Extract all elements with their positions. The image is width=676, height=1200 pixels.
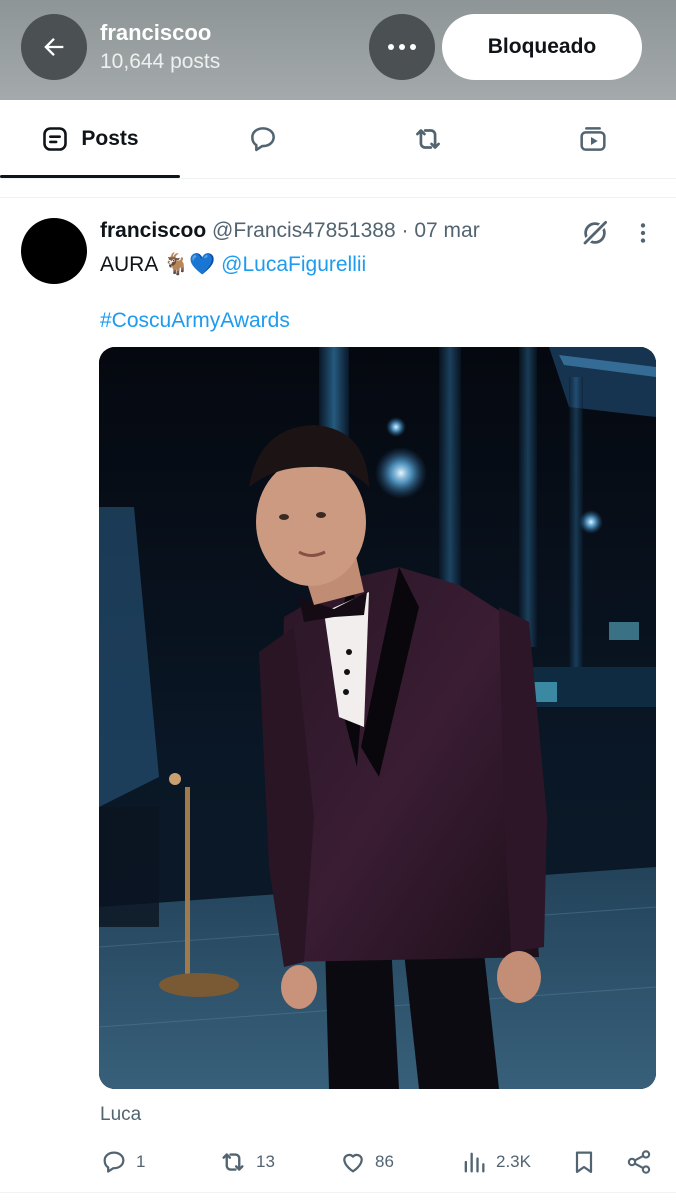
more-dot-icon [388,44,394,50]
post-caption: Luca [100,1104,142,1125]
bookmark-icon [575,1151,593,1174]
profile-name: franciscoo [100,20,212,45]
more-vertical-icon[interactable] [630,218,656,248]
media-icon [580,127,606,151]
views-icon [464,1152,485,1173]
post-text: AURA 🐐💙 @LucaFigurellii [100,253,366,277]
heart-icon [343,1153,363,1173]
posts-icon [43,127,68,151]
repost-count: 13 [256,1152,275,1171]
replies-icon [251,127,275,152]
share-button[interactable] [625,1140,653,1184]
reply-icon [103,1151,125,1173]
hashtag-link[interactable]: #CoscuArmyAwards [100,309,290,333]
photo-man-in-tuxedo [99,347,656,1089]
views-button[interactable]: 2.3K [460,1140,531,1184]
active-tab-indicator [0,175,180,178]
reposts-icon [416,129,440,149]
grok-icon[interactable] [580,218,610,248]
post-actions: 1 13 86 2.3K [0,1140,676,1184]
tab-replies[interactable] [225,100,301,178]
divider [0,1192,676,1193]
emoji-goat-blue-heart: 🐐💙 [163,253,216,277]
reply-count: 1 [136,1152,146,1171]
back-button[interactable] [21,14,87,80]
profile-header: franciscoo 10,644 posts Bloqueado [0,0,676,100]
like-count: 86 [375,1152,394,1171]
more-options-button[interactable] [369,14,435,80]
post-date[interactable]: · 07 mar [402,219,480,242]
post-text-start: AURA [100,253,164,276]
tab-reposts[interactable] [390,100,466,178]
tab-posts[interactable]: Posts [0,100,180,178]
tab-media[interactable] [555,100,631,178]
post-count: 10,644 posts [100,50,221,73]
profile-tabs: Posts [0,100,676,179]
arrow-left-icon [44,38,64,56]
bookmark-button[interactable] [570,1140,598,1184]
divider [0,179,676,198]
author-handle[interactable]: @Francis47851388 [212,219,396,242]
share-icon [627,1150,651,1174]
like-button[interactable]: 86 [339,1140,394,1184]
reply-button[interactable]: 1 [100,1140,145,1184]
avatar[interactable] [21,218,87,284]
post-image[interactable] [99,347,656,1089]
repost-icon [222,1153,244,1171]
author-name[interactable]: franciscoo [100,219,206,242]
tab-posts-label: Posts [81,127,139,150]
more-dot-icon [410,44,416,50]
more-dot-icon [399,44,405,50]
mention-link[interactable]: @LucaFigurellii [221,253,366,276]
blocked-button[interactable]: Bloqueado [442,14,642,80]
repost-button[interactable]: 13 [218,1140,275,1184]
post-header: franciscoo @Francis47851388 · 07 mar [100,219,480,243]
views-count: 2.3K [496,1152,531,1171]
